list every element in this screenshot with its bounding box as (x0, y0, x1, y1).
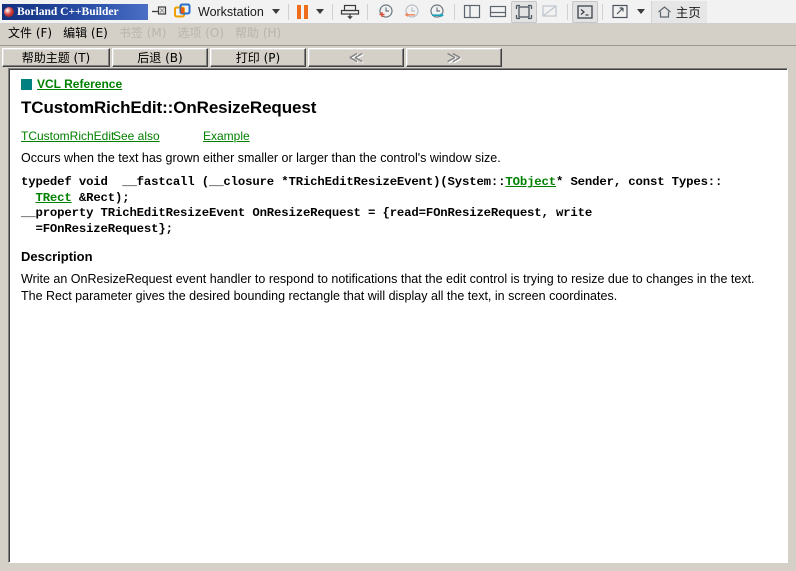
snapshot-manager-icon[interactable] (424, 2, 450, 22)
help-topics-button[interactable]: 帮助主题 (T) (2, 48, 110, 67)
link-example[interactable]: Example (203, 129, 250, 144)
page-title: TCustomRichEdit::OnResizeRequest (21, 98, 317, 118)
toolbar-separator-6 (601, 3, 603, 20)
help-content-pane[interactable]: VCL Reference TCustomRichEdit::OnResizeR… (8, 68, 788, 563)
toolbar-separator-4 (453, 3, 455, 20)
pause-icon[interactable] (293, 4, 312, 19)
pin-icon[interactable] (148, 2, 171, 22)
link-tobject[interactable]: TObject (505, 175, 556, 189)
menu-edit[interactable]: 编辑 (E) (61, 25, 117, 42)
help-viewer-window: 文件 (F) 编辑 (E) 书签 (M) 选项 (O) 帮助 (H) 帮助主题 … (0, 24, 796, 571)
take-snapshot-icon[interactable] (372, 2, 398, 22)
vcl-reference-square-icon (21, 79, 32, 91)
link-see-also[interactable]: See also (113, 129, 203, 144)
send-ctrl-alt-del-icon[interactable] (337, 2, 363, 22)
enter-fullscreen-icon[interactable] (510, 0, 537, 23)
section-heading-description: Description (21, 249, 93, 265)
link-tcustomrichedit[interactable]: TCustomRichEdit (21, 129, 114, 144)
next-topic-button[interactable]: ≫ (406, 48, 502, 67)
menu-help[interactable]: 帮助 (H) (233, 25, 290, 42)
chevron-down-icon-display[interactable] (636, 9, 645, 14)
unity-mode-icon[interactable] (537, 2, 563, 22)
topic-summary: Occurs when the text has grown either sm… (21, 151, 501, 166)
breadcrumb: VCL Reference (21, 77, 777, 92)
vm-window-title: Borland C++Builder (2, 3, 148, 20)
back-button[interactable]: 后退 (B) (112, 48, 208, 67)
vm-window-title-text: Borland C++Builder (17, 5, 119, 18)
home-icon (657, 5, 672, 19)
link-trect[interactable]: TRect (35, 191, 71, 205)
chevron-down-icon-power[interactable] (315, 9, 324, 14)
toolbar-separator-3 (366, 3, 368, 20)
vmware-logo-icon (171, 2, 194, 22)
code-line3: __property TRichEditResizeEvent OnResize… (21, 206, 593, 221)
print-button[interactable]: 打印 (P) (210, 48, 306, 67)
toolbar-separator-2 (331, 3, 333, 20)
vmware-toolbar: Borland C++Builder Workstation 主页 (0, 0, 796, 24)
show-library-icon[interactable] (459, 2, 485, 22)
breadcrumb-link[interactable]: VCL Reference (37, 77, 122, 92)
show-thumbnails-icon[interactable] (485, 2, 511, 22)
help-menubar: 文件 (F) 编辑 (E) 书签 (M) 选项 (O) 帮助 (H) (0, 24, 796, 43)
description-text: Write an OnResizeRequest event handler t… (21, 272, 755, 303)
vm-product-label: Workstation (198, 4, 264, 19)
help-navigation-bar: 帮助主题 (T) 后退 (B) 打印 (P) ≪ ≫ (0, 46, 796, 69)
code-line2-part2: &Rect); (71, 190, 130, 205)
menu-file[interactable]: 文件 (F) (6, 25, 61, 42)
menu-bookmark[interactable]: 书签 (M) (117, 25, 176, 42)
chevron-down-icon-product[interactable] (271, 9, 280, 14)
code-line1-part1: typedef void __fastcall (__closure *TRic… (21, 175, 506, 190)
home-tab[interactable]: 主页 (650, 0, 707, 23)
console-icon[interactable] (571, 0, 598, 23)
revert-snapshot-icon[interactable] (398, 2, 424, 22)
menu-options[interactable]: 选项 (O) (175, 25, 233, 42)
code-line1-part2: * Sender, const Types:: (555, 175, 723, 190)
previous-topic-button[interactable]: ≪ (308, 48, 404, 67)
topic-links: TCustomRichEdit See also Example (21, 129, 777, 144)
code-line4: =FOnResizeRequest}; (21, 221, 173, 236)
borland-app-icon (4, 6, 14, 17)
help-document: VCL Reference TCustomRichEdit::OnResizeR… (9, 69, 787, 304)
toolbar-separator-5 (566, 3, 568, 20)
home-tab-label: 主页 (675, 5, 701, 20)
code-declaration: typedef void __fastcall (__closure *TRic… (21, 175, 777, 237)
stretch-guest-icon[interactable] (607, 2, 633, 22)
toolbar-separator-1 (287, 3, 289, 20)
